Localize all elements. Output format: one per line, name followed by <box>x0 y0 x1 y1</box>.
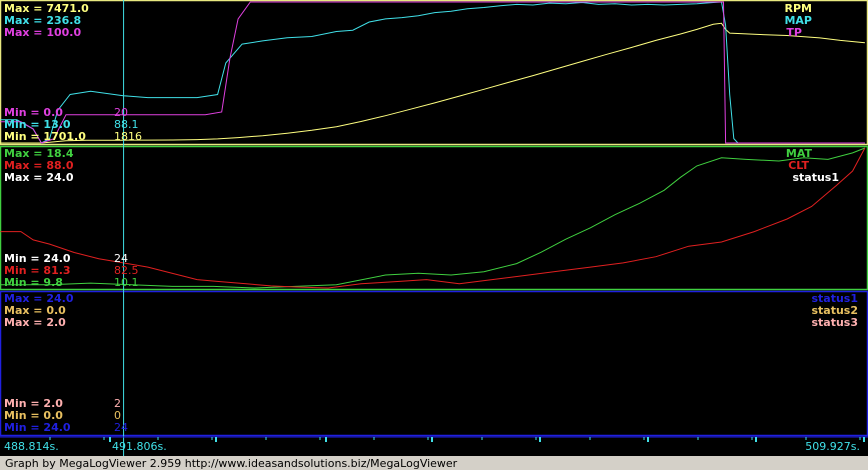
plot-canvas[interactable] <box>0 0 868 456</box>
rpm-min-label: Min = 1701.0 <box>4 130 86 143</box>
time-end-label: 509.927s. <box>805 440 860 453</box>
mat-cursor-value: 10.1 <box>114 276 139 289</box>
time-cursor-label: 491.806s. <box>112 440 167 453</box>
time-start-label: 488.814s. <box>4 440 59 453</box>
tp-max-label: Max = 100.0 <box>4 26 82 39</box>
status3-legend: status3 <box>811 316 858 329</box>
panel-3-border <box>0 290 868 437</box>
mat-min-label: Min = 9.8 <box>4 276 63 289</box>
p3-status1-min-label: Min = 24.0 <box>4 421 71 434</box>
status1-legend: status1 <box>792 171 839 184</box>
log-viewer: Max = 7471.0 Max = 236.8 Max = 100.0 RPM… <box>0 0 868 470</box>
status3-max-label: Max = 2.0 <box>4 316 66 329</box>
p3-status1-cursor-value: 24 <box>114 421 128 434</box>
tp-legend: TP <box>786 26 802 39</box>
rpm-cursor-value: 1816 <box>114 130 142 143</box>
credit-bar: Graph by MegaLogViewer 2.959 http://www.… <box>0 456 868 470</box>
credit-text: Graph by MegaLogViewer 2.959 http://www.… <box>5 457 458 470</box>
status1-max-label: Max = 24.0 <box>4 171 74 184</box>
